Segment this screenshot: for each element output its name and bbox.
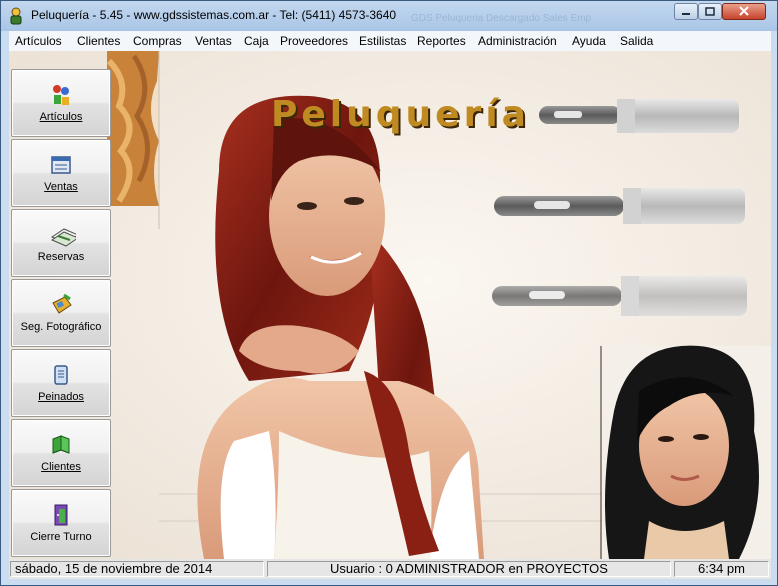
minimize-button[interactable] bbox=[674, 3, 698, 20]
window-title: Peluquería - 5.45 - www.gdssistemas.com.… bbox=[31, 8, 397, 22]
sidebar-clientes-button[interactable]: Clientes bbox=[11, 419, 111, 487]
sidebar-ventas-label: Ventas bbox=[44, 181, 78, 193]
app-icon bbox=[10, 7, 22, 25]
menu-administracion[interactable]: Administración bbox=[478, 34, 557, 48]
status-user: Usuario : 0 ADMINISTRADOR en PROYECTOS bbox=[267, 561, 671, 577]
close-shift-icon bbox=[54, 504, 68, 526]
reservations-icon bbox=[50, 228, 76, 247]
menu-ventas[interactable]: Ventas bbox=[195, 34, 232, 48]
background-taskbar-text: GDS Peluqueria Descargado Sales Emp bbox=[411, 13, 592, 24]
close-button[interactable] bbox=[722, 3, 766, 20]
sidebar-articulos-label: Artículos bbox=[39, 111, 83, 123]
sidebar-cierre-turno-button[interactable]: Cierre Turno bbox=[11, 489, 111, 557]
sidebar-cierre-turno-label: Cierre Turno bbox=[30, 531, 92, 543]
sales-icon bbox=[51, 156, 71, 174]
menu-reportes[interactable]: Reportes bbox=[417, 34, 466, 48]
sidebar-seg-fotografico-button[interactable]: Seg. Fotográfico bbox=[11, 279, 111, 347]
status-bar: sábado, 15 de noviembre de 2014 Usuario … bbox=[9, 559, 771, 579]
menu-estilistas[interactable]: Estilistas bbox=[359, 34, 406, 48]
sidebar-clientes-label: Clientes bbox=[41, 461, 81, 473]
title-bar[interactable]: Peluquería - 5.45 - www.gdssistemas.com.… bbox=[1, 1, 777, 31]
menu-caja[interactable]: Caja bbox=[244, 34, 269, 48]
menu-salida[interactable]: Salida bbox=[620, 34, 653, 48]
clients-icon bbox=[52, 435, 70, 454]
menu-bar: Artículos Clientes Compras Ventas Caja P… bbox=[9, 31, 771, 52]
sidebar-articulos-button[interactable]: Artículos bbox=[11, 69, 111, 137]
sidebar-peinados-label: Peinados bbox=[38, 391, 84, 403]
maximize-icon bbox=[705, 7, 715, 16]
status-date: sábado, 15 de noviembre de 2014 bbox=[10, 561, 264, 577]
menu-ayuda[interactable]: Ayuda bbox=[572, 34, 606, 48]
status-time: 6:34 pm bbox=[674, 561, 769, 577]
close-icon bbox=[739, 6, 749, 16]
photo-tracking-icon bbox=[52, 293, 72, 314]
main-window: Peluquería - 5.45 - www.gdssistemas.com.… bbox=[0, 0, 778, 586]
maximize-button[interactable] bbox=[698, 3, 722, 20]
curly-hair-photo bbox=[106, 51, 160, 229]
minimize-icon bbox=[682, 13, 690, 15]
menu-articulos[interactable]: Artículos bbox=[15, 34, 62, 48]
sidebar-reservas-button[interactable]: Reservas bbox=[11, 209, 111, 277]
articles-icon bbox=[53, 85, 69, 105]
menu-proveedores[interactable]: Proveedores bbox=[280, 34, 348, 48]
sidebar-ventas-button[interactable]: Ventas bbox=[11, 139, 111, 207]
menu-clientes[interactable]: Clientes bbox=[77, 34, 120, 48]
sidebar-reservas-label: Reservas bbox=[37, 251, 85, 263]
sidebar-seg-fotografico-label: Seg. Fotográfico bbox=[20, 321, 102, 333]
banner-title: Peluquería bbox=[271, 94, 530, 135]
main-area: Peluquería Artículos Ventas Reservas Seg… bbox=[9, 51, 771, 559]
menu-compras[interactable]: Compras bbox=[133, 34, 182, 48]
dark-hair-model-photo bbox=[600, 345, 771, 559]
sidebar-peinados-button[interactable]: Peinados bbox=[11, 349, 111, 417]
hairstyles-icon bbox=[54, 365, 68, 385]
